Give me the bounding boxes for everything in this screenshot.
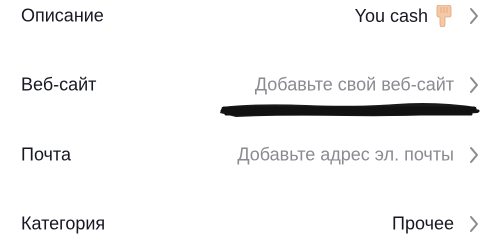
category-value: Прочее	[392, 213, 454, 234]
category-label: Категория	[21, 213, 106, 234]
description-row[interactable]: Описание You cash	[0, 0, 500, 36]
email-label: Почта	[21, 144, 71, 165]
website-placeholder: Добавьте свой веб-сайт	[254, 74, 454, 95]
chevron-right-icon	[470, 77, 478, 93]
chevron-right-icon	[470, 8, 478, 24]
email-placeholder: Добавьте адрес эл. почты	[237, 144, 454, 165]
email-row[interactable]: Почта Добавьте адрес эл. почты	[0, 135, 500, 175]
chevron-right-icon	[470, 216, 478, 232]
category-row[interactable]: Категория Прочее	[0, 204, 500, 244]
pointing-down-hand-emoji-icon	[436, 5, 452, 27]
description-label: Описание	[21, 5, 104, 26]
chevron-right-icon	[470, 147, 478, 163]
description-value: You cash	[354, 5, 428, 26]
profile-fields-list: Описание You cash Веб-сайт Добавьте свой…	[0, 0, 500, 245]
description-value-group: You cash	[355, 5, 454, 27]
redaction-scribble	[220, 103, 480, 117]
website-label: Веб-сайт	[21, 74, 97, 95]
